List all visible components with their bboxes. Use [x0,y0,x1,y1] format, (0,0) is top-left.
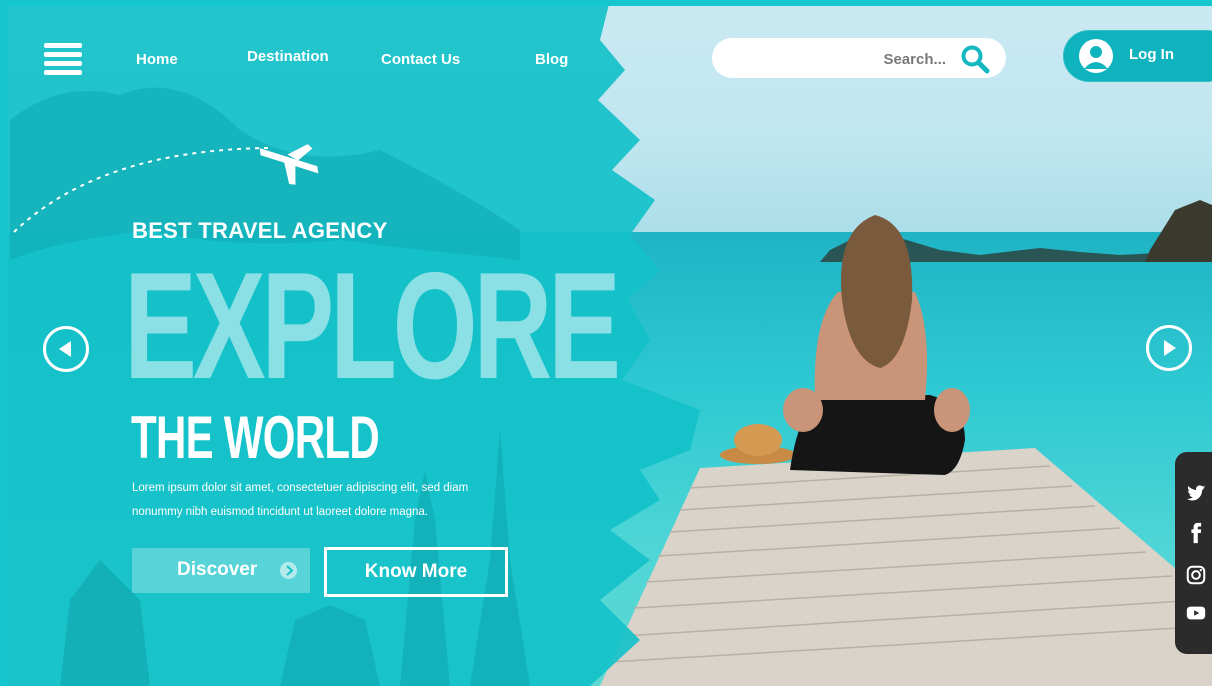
discover-label: Discover [177,559,258,580]
arrow-right-icon[interactable] [1146,325,1192,371]
menu-line [44,52,82,57]
arrow-left-icon[interactable] [43,326,89,372]
search-input[interactable] [734,46,948,72]
know-more-button[interactable]: Know More [324,547,508,597]
left-frame [0,0,8,686]
menu-line [44,70,82,75]
hero-headline: EXPLORE [124,241,621,411]
user-avatar-icon [1079,39,1113,73]
search-bar [712,38,1006,78]
hamburger-menu-icon[interactable] [44,43,82,75]
log-in-button[interactable]: Log In [1063,30,1212,82]
menu-line [44,61,82,66]
discover-button[interactable]: Discover [132,548,310,593]
chevron-right-icon [280,562,297,579]
nav-link-destination[interactable]: Destination [247,48,329,65]
social-links [1175,452,1212,654]
instagram-icon[interactable] [1185,564,1207,586]
youtube-icon[interactable] [1185,602,1207,624]
top-frame [0,0,1212,6]
facebook-icon[interactable] [1185,522,1207,544]
log-in-label: Log In [1129,46,1174,63]
nav-link-blog[interactable]: Blog [535,51,568,68]
hero-description: Lorem ipsum dolor sit amet, consectetuer… [132,476,532,524]
nav-link-contact-us[interactable]: Contact Us [381,51,460,68]
twitter-icon[interactable] [1185,482,1207,504]
hero-description-line: Lorem ipsum dolor sit amet, consectetuer… [132,482,469,494]
menu-line [44,43,82,48]
nav-link-home[interactable]: Home [136,51,178,68]
hero-description-line: nonummy nibh euismod tincidunt ut laoree… [132,506,428,518]
landing-page: Home Destination Contact Us Blog Log In … [0,0,1212,686]
search-icon[interactable] [960,44,990,74]
know-more-label: Know More [364,561,468,582]
hero-subheadline: THE WORLD [131,404,380,471]
